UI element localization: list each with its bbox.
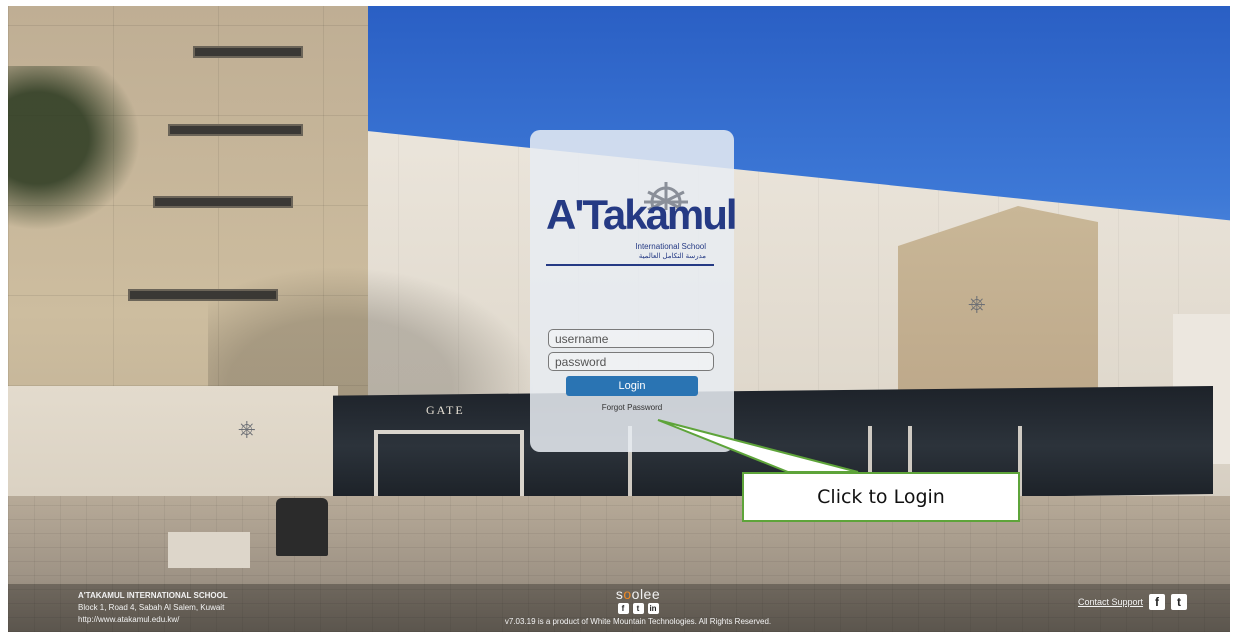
window xyxy=(193,46,303,58)
window xyxy=(168,124,303,136)
logo-arabic-text: مدرسة التكامل العالمية xyxy=(638,253,706,260)
trash-bin xyxy=(276,498,328,556)
version-label: v7.03.19 xyxy=(504,617,536,626)
login-button[interactable]: Login xyxy=(566,376,698,396)
twitter-icon[interactable]: t xyxy=(1171,594,1188,610)
wheel-emblem-icon: ⎈ xyxy=(968,291,986,316)
callout-box: Click to Login xyxy=(742,472,1020,522)
login-page: GATE ⎈ ⎈ A'Takamul International School … xyxy=(8,6,1230,632)
footer-address: Block 1, Road 4, Sabah Al Salem, Kuwait xyxy=(78,603,225,612)
forgot-password-link[interactable]: Forgot Password xyxy=(530,403,734,412)
footer-school-name: A'TAKAMUL INTERNATIONAL SCHOOL xyxy=(78,591,228,600)
footer-social-links: f t in xyxy=(498,603,778,614)
logo-underline xyxy=(546,264,714,266)
logo-wordmark: A'Takamul xyxy=(546,191,738,238)
footer-school-info: A'TAKAMUL INTERNATIONAL SCHOOL Block 1, … xyxy=(78,590,228,626)
footer-contact: Contact Support f t xyxy=(1078,594,1188,610)
gate-sign: GATE xyxy=(426,403,465,417)
school-logo: A'Takamul International School مدرسة الت… xyxy=(546,180,738,280)
contact-support-link[interactable]: Contact Support xyxy=(1078,597,1143,607)
footer-copyright: v7.03.19 is a product of White Mountain … xyxy=(498,617,778,626)
planter xyxy=(168,532,250,568)
password-input[interactable] xyxy=(548,352,714,371)
twitter-icon[interactable]: t xyxy=(632,603,644,614)
wheel-emblem-icon: ⎈ xyxy=(238,416,256,441)
facebook-icon[interactable]: f xyxy=(617,603,629,614)
login-card: A'Takamul International School مدرسة الت… xyxy=(530,130,738,452)
building-tower xyxy=(898,206,1098,406)
palm-tree xyxy=(8,66,158,246)
footer-brand: soolee f t in v7.03.19 is a product of W… xyxy=(498,586,778,626)
facebook-icon[interactable]: f xyxy=(1149,594,1166,610)
username-input[interactable] xyxy=(548,329,714,348)
copyright-text: is a product of White Mountain Technolog… xyxy=(537,617,772,626)
skoolee-logo[interactable]: soolee xyxy=(498,586,778,602)
linkedin-icon[interactable]: in xyxy=(647,603,659,614)
window xyxy=(153,196,293,208)
footer-website-link[interactable]: http://www.atakamul.edu.kw/ xyxy=(78,614,228,626)
logo-subtitle: International School xyxy=(635,242,706,251)
